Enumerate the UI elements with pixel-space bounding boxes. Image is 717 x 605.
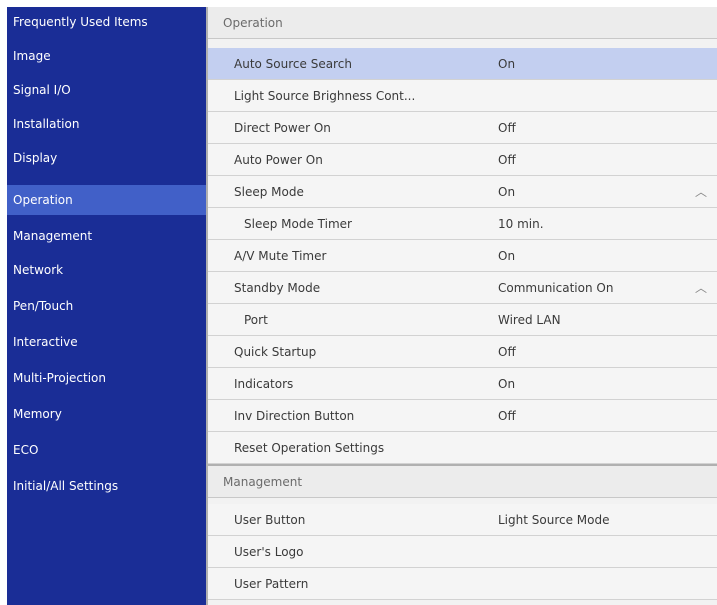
row-value: Off [498, 153, 516, 167]
sidebar: Frequently Used Items Image Signal I/O I… [7, 7, 206, 605]
row-label: User's Logo [234, 545, 304, 559]
row-auto-source-search[interactable]: Auto Source Search On [208, 48, 717, 80]
row-value: On [498, 57, 516, 71]
sidebar-item-signal-io[interactable]: Signal I/O [7, 75, 206, 105]
row-label: Port [244, 313, 268, 327]
sidebar-item-installation[interactable]: Installation [7, 109, 206, 139]
row-label: User Button [234, 513, 306, 527]
row-reset-operation-settings[interactable]: Reset Operation Settings [208, 432, 717, 464]
sidebar-item-display[interactable]: Display [7, 143, 206, 173]
row-label: Light Source Brighness Cont... [234, 89, 416, 103]
row-label: Direct Power On [234, 121, 331, 135]
sidebar-item-operation[interactable]: Operation [7, 185, 206, 215]
row-value: On [498, 377, 516, 391]
row-users-logo[interactable]: User's Logo [208, 536, 717, 568]
chevron-up-icon[interactable]: ︿ [695, 272, 707, 304]
row-standby-mode[interactable]: Standby Mode Communication On ︿ [208, 272, 717, 304]
settings-menu: Frequently Used Items Image Signal I/O I… [7, 7, 717, 605]
sidebar-item-eco[interactable]: ECO [7, 435, 206, 465]
sidebar-item-initial-all-settings[interactable]: Initial/All Settings [7, 471, 206, 501]
row-label: A/V Mute Timer [234, 249, 327, 263]
sidebar-item-management[interactable]: Management [7, 221, 206, 251]
row-quick-startup[interactable]: Quick Startup Off [208, 336, 717, 368]
row-av-mute-timer[interactable]: A/V Mute Timer On [208, 240, 717, 272]
sidebar-item-multi-projection[interactable]: Multi-Projection [7, 363, 206, 393]
section-header-management: Management [208, 466, 717, 498]
row-label: Quick Startup [234, 345, 317, 359]
row-value: 10 min. [498, 217, 544, 231]
sidebar-item-memory[interactable]: Memory [7, 399, 206, 429]
sidebar-item-frequently-used-items[interactable]: Frequently Used Items [7, 7, 206, 37]
row-label: Indicators [234, 377, 294, 391]
row-direct-power-on[interactable]: Direct Power On Off [208, 112, 717, 144]
row-label: Sleep Mode Timer [244, 217, 352, 231]
sidebar-item-image[interactable]: Image [7, 41, 206, 71]
row-value: On [498, 185, 516, 199]
row-value: Off [498, 409, 516, 423]
row-port[interactable]: Port Wired LAN [208, 304, 717, 336]
row-sleep-mode[interactable]: Sleep Mode On ︿ [208, 176, 717, 208]
row-user-pattern[interactable]: User Pattern [208, 568, 717, 600]
settings-panel: Operation Auto Source Search On Light So… [206, 7, 717, 605]
row-label: Sleep Mode [234, 185, 304, 199]
row-label: Auto Power On [234, 153, 323, 167]
row-label: Auto Source Search [234, 57, 352, 71]
row-value: Wired LAN [498, 313, 561, 327]
row-light-source-brightness-control[interactable]: Light Source Brighness Cont... [208, 80, 717, 112]
row-user-button[interactable]: User Button Light Source Mode [208, 504, 717, 536]
row-label: Reset Operation Settings [234, 441, 385, 455]
row-inv-direction-button[interactable]: Inv Direction Button Off [208, 400, 717, 432]
row-label: Standby Mode [234, 281, 321, 295]
sidebar-item-network[interactable]: Network [7, 255, 206, 285]
row-value: Off [498, 345, 516, 359]
section-header-operation: Operation [208, 7, 717, 39]
row-label: Inv Direction Button [234, 409, 355, 423]
row-value: On [498, 249, 516, 263]
row-value: Off [498, 121, 516, 135]
row-value: Communication On [498, 281, 614, 295]
sidebar-item-interactive[interactable]: Interactive [7, 327, 206, 357]
chevron-up-icon[interactable]: ︿ [695, 176, 707, 208]
sidebar-item-pen-touch[interactable]: Pen/Touch [7, 291, 206, 321]
row-auto-power-on[interactable]: Auto Power On Off [208, 144, 717, 176]
row-sleep-mode-timer[interactable]: Sleep Mode Timer 10 min. [208, 208, 717, 240]
row-label: User Pattern [234, 577, 309, 591]
row-indicators[interactable]: Indicators On [208, 368, 717, 400]
row-value: Light Source Mode [498, 513, 610, 527]
